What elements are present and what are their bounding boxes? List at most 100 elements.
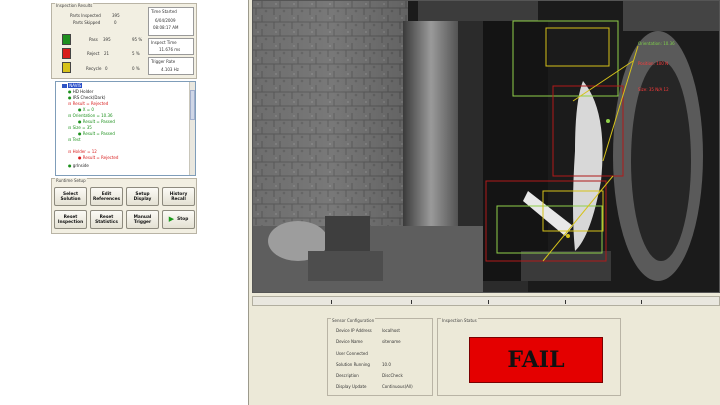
reset-statistics-button[interactable]: Reset Statistics bbox=[90, 210, 123, 229]
tree-item[interactable]: ⊟ Orientation = 10.36 bbox=[68, 113, 113, 118]
config-value: DiscCheck bbox=[382, 373, 403, 378]
tree-item-label: Orientation = 10.36 bbox=[72, 113, 113, 118]
tree-item[interactable]: ⊟ Size = 35 bbox=[68, 125, 92, 130]
tree-item[interactable]: ⊟ Result = Rejected bbox=[68, 101, 108, 106]
reject-label: Reject bbox=[87, 51, 100, 56]
tree-item[interactable]: ● IRS Check(Dark) bbox=[68, 95, 105, 100]
pass-label: Pass bbox=[89, 37, 98, 42]
history-recall-button[interactable]: History Recall bbox=[162, 187, 195, 206]
expand-icon[interactable]: ⊟ bbox=[68, 101, 71, 106]
pass-percent: 95 % bbox=[132, 37, 143, 42]
tree-item-label: HD Holder bbox=[72, 89, 94, 94]
tree-item-label: grInside bbox=[72, 163, 89, 168]
trigger-rate-label: Trigger Rate bbox=[151, 59, 176, 64]
parts-skipped-value: 0 bbox=[114, 20, 117, 25]
tree-item-label: Result = Rejected bbox=[82, 155, 119, 160]
sensor-configuration-title: Sensor Configuration bbox=[331, 318, 376, 323]
folder-icon bbox=[62, 84, 67, 88]
tree-item[interactable]: ⊟ Test bbox=[68, 137, 81, 142]
setup-display-button[interactable]: Setup Display bbox=[126, 187, 159, 206]
node-icon: ● bbox=[78, 155, 82, 160]
trigger-rate-value: 4.103 Hz bbox=[161, 67, 179, 72]
overlay-label: Position: 100 N bbox=[638, 61, 669, 66]
inspection-results-group: Inspection Results Parts Inspected 395 P… bbox=[51, 3, 197, 79]
tree-item-label: NAVIS bbox=[68, 83, 83, 88]
tree-item-label: Result = Rejected bbox=[72, 101, 109, 106]
parts-inspected-value: 395 bbox=[112, 13, 120, 18]
manual-trigger-button[interactable]: Manual Trigger bbox=[126, 210, 159, 229]
node-icon: ● bbox=[78, 119, 82, 124]
node-icon: ● bbox=[78, 107, 82, 112]
sensor-configuration-group: Sensor Configuration Device IP Address l… bbox=[327, 318, 433, 396]
tree-item[interactable]: ⊟ Holder = 12 bbox=[68, 149, 97, 154]
play-icon: ▶ bbox=[168, 215, 175, 223]
node-icon: ● bbox=[68, 95, 72, 100]
stop-button-label: Stop bbox=[177, 217, 189, 222]
config-label: Device IP Address bbox=[336, 328, 372, 333]
image-viewer[interactable]: Orientation: 10.36 Position: 100 N Size:… bbox=[252, 0, 720, 293]
tree-item[interactable]: ● Result = Passed bbox=[78, 131, 115, 136]
inspection-tree[interactable]: NAVIS ● HD Holder ● IRS Check(Dark) ⊟ Re… bbox=[55, 81, 196, 176]
trigger-rate-box: Trigger Rate 4.103 Hz bbox=[148, 57, 194, 75]
select-solution-button[interactable]: Select Solution bbox=[54, 187, 87, 206]
inspect-time-value: 11.676 ms bbox=[159, 47, 181, 52]
reject-swatch bbox=[62, 48, 71, 59]
inspection-results-title: Inspection Results bbox=[55, 3, 94, 8]
reject-count: 21 bbox=[104, 51, 110, 56]
config-value: Continuous(All) bbox=[382, 384, 413, 389]
expand-icon[interactable]: ⊟ bbox=[68, 125, 71, 130]
time-started-label: Time Started bbox=[151, 9, 177, 14]
tree-item-label: Holder = 12 bbox=[72, 149, 97, 154]
tree-scrollbar-thumb[interactable] bbox=[190, 90, 195, 120]
parts-skipped-label: Parts Skipped bbox=[73, 20, 101, 25]
config-label: User Connected bbox=[336, 351, 368, 356]
recycle-swatch bbox=[62, 62, 71, 73]
recycle-label: Recycle bbox=[86, 66, 102, 71]
runtime-setup-group: Runtime Setup Select Solution Edit Refer… bbox=[51, 178, 197, 234]
config-label: Device Name bbox=[336, 339, 363, 344]
tree-item-label: Test bbox=[72, 137, 81, 142]
expand-icon[interactable]: ⊟ bbox=[68, 137, 71, 142]
tree-item-label: Size = 35 bbox=[72, 125, 92, 130]
expand-icon[interactable]: ⊟ bbox=[68, 113, 71, 118]
inspect-time-label: Inspect Time bbox=[151, 40, 177, 45]
tree-item-label: Result = Passed bbox=[82, 131, 115, 136]
stop-button[interactable]: ▶ Stop bbox=[162, 210, 195, 229]
tree-item-label: X = 0 bbox=[82, 107, 94, 112]
inspect-time-box: Inspect Time 11.676 ms bbox=[148, 38, 194, 55]
tree-item-label: Result = Passed bbox=[82, 119, 115, 124]
tree-item[interactable]: ● grInside bbox=[68, 163, 89, 168]
tree-item[interactable]: ● X = 0 bbox=[78, 107, 94, 112]
recycle-count: 0 bbox=[105, 66, 108, 71]
image-scrollbar[interactable] bbox=[252, 296, 720, 306]
tree-item[interactable]: ● HD Holder bbox=[68, 89, 93, 94]
overlay-label: Orientation: 10.36 bbox=[638, 41, 675, 46]
scroll-tick bbox=[565, 300, 566, 304]
time-started-box: Time Started 6/04/2009 08:08:17 AM bbox=[148, 7, 194, 36]
node-icon: ● bbox=[68, 89, 72, 94]
reject-percent: 5 % bbox=[132, 51, 140, 56]
scroll-tick bbox=[488, 300, 489, 304]
inspection-result-badge: FAIL bbox=[469, 337, 603, 383]
node-icon: ● bbox=[68, 163, 72, 168]
tree-scrollbar[interactable] bbox=[189, 82, 195, 175]
tree-item-label: IRS Check(Dark) bbox=[72, 95, 106, 100]
node-icon: ● bbox=[78, 131, 82, 136]
inspection-status-title: Inspection Status bbox=[441, 318, 478, 323]
expand-icon[interactable]: ⊟ bbox=[68, 149, 71, 154]
tree-item[interactable]: ● Result = Passed bbox=[78, 119, 115, 124]
pass-count: 395 bbox=[103, 37, 111, 42]
tree-item[interactable]: ● Result = Rejected bbox=[78, 155, 118, 160]
config-label: Description bbox=[336, 373, 359, 378]
config-value: sitename bbox=[382, 339, 401, 344]
reset-inspection-button[interactable]: Reset Inspection bbox=[54, 210, 87, 229]
scroll-tick bbox=[641, 300, 642, 304]
time-started-date: 6/04/2009 bbox=[155, 18, 176, 23]
overlay-label: Size: 35 N/A 12 bbox=[638, 87, 669, 92]
config-value: 10.0 bbox=[382, 362, 391, 367]
tree-item[interactable]: NAVIS bbox=[62, 83, 83, 88]
edit-references-button[interactable]: Edit References bbox=[90, 187, 123, 206]
scroll-tick bbox=[331, 300, 332, 304]
recycle-percent: 0 % bbox=[132, 66, 140, 71]
config-label: Display Update bbox=[336, 384, 367, 389]
